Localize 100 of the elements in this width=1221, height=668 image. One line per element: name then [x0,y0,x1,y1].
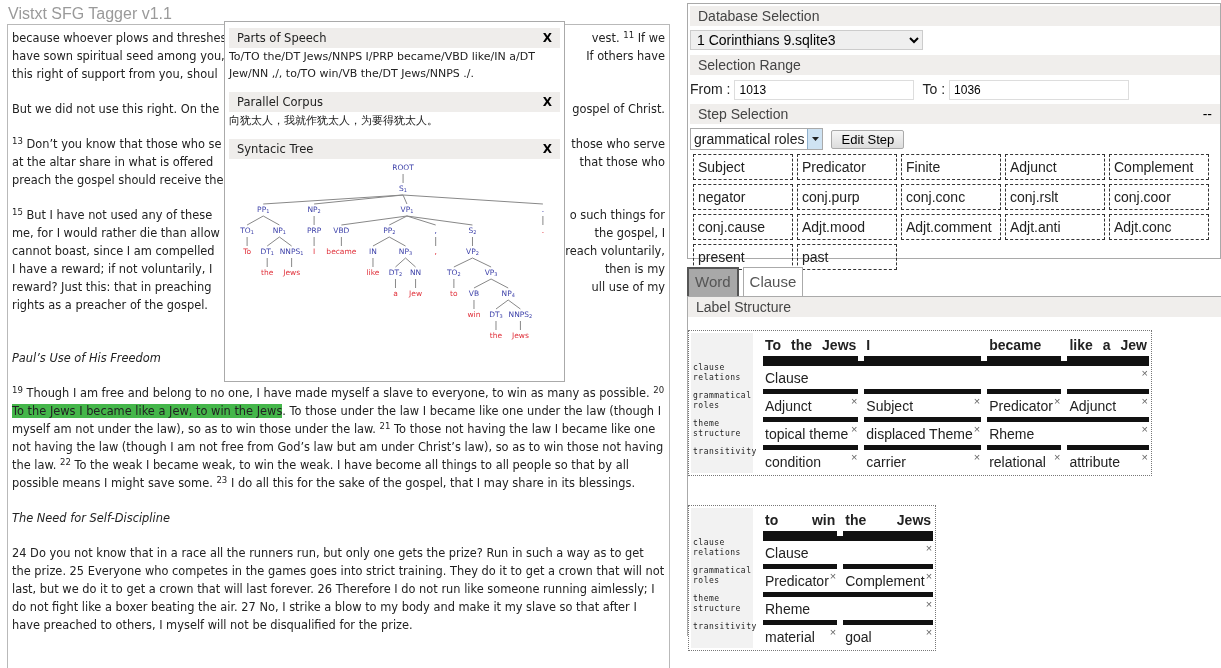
row-label: clause relations [691,535,753,564]
tree-branch [453,257,473,268]
text-line: then is my [604,261,665,278]
label-chip[interactable]: Finite [901,154,1001,180]
label-text: goal [845,627,872,647]
row-label: grammatical roles [691,563,753,592]
step-select[interactable]: grammatical roles [690,128,824,150]
section-title: Syntacic Tree [237,140,314,158]
label-chip[interactable]: conj.coor [1109,184,1209,210]
label-chip[interactable]: Adjt.conc [1109,214,1209,240]
row-label: theme structure [691,591,753,620]
field-label: From : [690,80,731,99]
row-label: theme structure [691,416,753,445]
remove-button[interactable]: × [849,423,859,435]
label-chip[interactable]: conj.cause [693,214,793,240]
label-chip[interactable]: conj.rslt [1005,184,1105,210]
text-line: $^{13}$ Don’t you know that those who se [12,135,222,153]
label-chip[interactable]: Adjunct [1005,154,1105,180]
label-text: Rheme [989,424,1035,444]
text-line: preach the gospel should receive the [12,172,224,189]
app-title: Vistxt SFG Tagger v1.1 [7,4,173,24]
close-button[interactable]: X [542,32,552,44]
label-chip[interactable]: conj.purp [797,184,897,210]
header-word: Jews [896,510,932,530]
remove-button[interactable]: × [924,570,934,582]
label-text: Rheme [765,599,811,619]
label-chip[interactable]: Adjt.comment [901,214,1001,240]
tree-branch [395,257,407,268]
text-line: o such things for [569,207,665,224]
text-line: gospel of Christ. [572,101,665,118]
tree-branch [507,299,521,310]
section-title: Parts of Speech [237,29,327,47]
remove-button[interactable]: × [924,542,934,554]
label-chip[interactable]: Adjt.mood [797,214,897,240]
tree-branch [246,215,264,226]
remove-button[interactable]: × [1140,451,1149,463]
header-word: win [811,510,836,530]
row-label: grammatical roles [691,388,753,417]
section-title: Parallel Corpus [237,93,323,111]
header-corner [691,507,753,536]
remove-button[interactable]: × [972,423,982,435]
label-text: Subject [866,396,914,416]
text-line: the gospel, I [594,225,665,242]
tree-branch [473,278,492,289]
label-chip[interactable]: negator [693,184,793,210]
text-line: But we did not use this right. On the [12,101,220,118]
text-line: reach voluntarily, [565,243,665,260]
tree-branch [490,278,509,289]
tree-branch [262,215,280,226]
header-word: a [1102,335,1111,355]
edit-step-button[interactable]: Edit Step [831,129,905,149]
label-chip[interactable]: Adjt.anti [1005,214,1105,240]
remove-button[interactable]: × [1052,451,1062,463]
remove-button[interactable]: × [924,598,934,610]
label-text: material [765,627,815,647]
label-text: condition [765,452,822,472]
section-title: Step Selection [698,105,789,124]
header-word: the [791,335,813,355]
label-chip[interactable]: Subject [693,154,793,180]
tree-branch [405,257,417,268]
text-line: have sown spiritual seed among you, [12,48,225,65]
close-button[interactable]: X [542,143,552,155]
section-heading: The Need for Self-Discipline [12,510,170,527]
tree-branch [472,257,492,268]
remove-button[interactable]: × [1140,423,1149,435]
tab[interactable]: Clause [742,267,804,296]
header-word: like [1069,335,1093,355]
text-line: at the altar share in what is offered [12,154,214,171]
text-line: $^{15}$ But I have not used any of these [12,206,213,224]
tree-branch [388,236,407,247]
database-select[interactable]: 1 Corinthians 9.sqlite3 [690,30,923,50]
paragraph: 24 Do you not know that in a race all the runners run, but only one gets the prize? Run in such a way as to get the prize. 25 Everyone who competes in the games goes into strict training. They do it to get a crown that will not last, but we do it to get a crown that will last forever. 26 Therefore I do not run like someone running aimlessly; I do not fight like a boxer beating the air. 27 No, I strike a blow to my body and make it my slave so that after I have preached to others, I myself will not be disqualified for the prize. [12,545,665,634]
section-title: Label Structure [696,297,791,317]
text-line: cannot boast, since I am compelled [12,243,215,260]
remove-button[interactable]: × [828,626,838,638]
label-text: Clause [765,543,809,563]
remove-button[interactable]: × [1052,395,1062,407]
remove-button[interactable]: × [972,451,982,463]
remove-button[interactable]: × [828,570,838,582]
label-chip[interactable]: Predicator [797,154,897,180]
remove-button[interactable]: × [849,395,859,407]
text-line: that those who [579,154,665,171]
close-button[interactable]: X [542,96,552,108]
remove-button[interactable]: × [972,395,982,407]
to-field[interactable]: 1036 [949,79,1130,100]
tagged-text: To/TO the/DT Jews/NNPS I/PRP became/VBD like/IN a/DT Jew/NN ,/, to/TO win/VB the/DT Jews/NNPS ./. [229,49,536,82]
remove-button[interactable]: × [849,451,859,463]
collapse-button[interactable]: -- [1202,104,1212,124]
label-text: Adjunct [765,396,812,416]
text-line: those who serve [571,136,665,153]
from-field[interactable]: 1013 [734,79,915,100]
text-line: this right of support from you, shoul [12,66,218,83]
label-chip[interactable]: Complement [1109,154,1209,180]
text-line: because whoever plows and threshes [12,30,227,47]
text-line: reward? Just this: that in preaching [12,279,212,296]
label-chip[interactable]: conj.conc [901,184,1001,210]
text-line: ull use of my [591,279,665,296]
remove-button[interactable]: × [924,626,934,638]
remove-button[interactable]: × [1140,367,1149,379]
remove-button[interactable]: × [1140,395,1149,407]
